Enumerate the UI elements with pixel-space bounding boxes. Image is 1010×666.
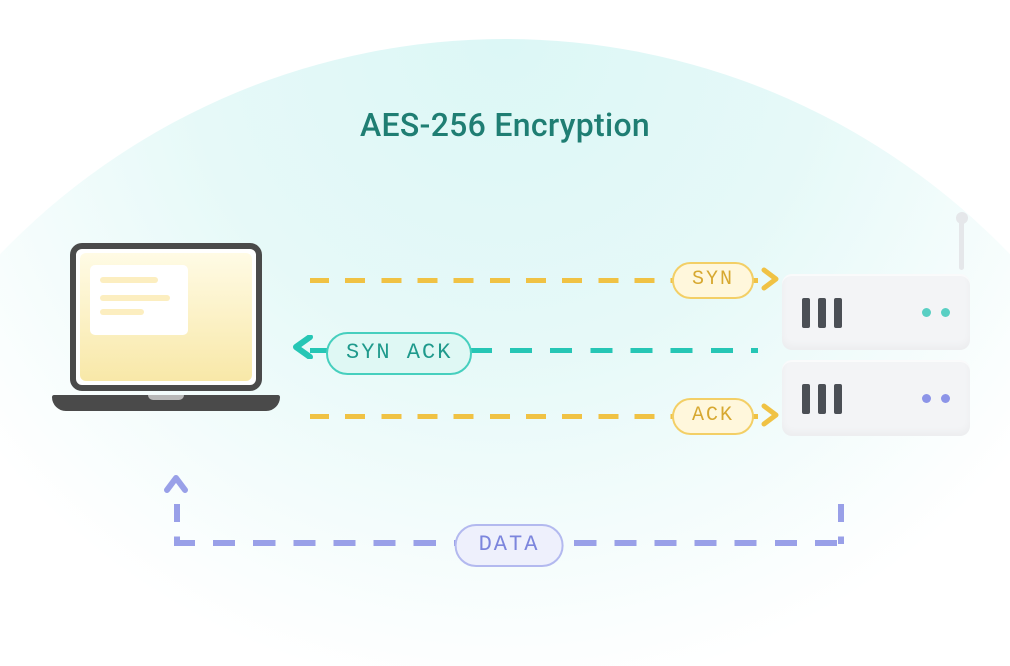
- laptop-icon: [52, 243, 280, 433]
- label-syn: SYN: [672, 262, 754, 299]
- server-icon: [782, 274, 970, 438]
- label-data: DATA: [455, 524, 564, 567]
- arrow-right-icon: [758, 267, 782, 291]
- flow-data: DATA: [174, 494, 844, 584]
- diagram-title: AES-256 Encryption: [0, 106, 1010, 144]
- arrow-left-icon: [292, 335, 316, 359]
- arrow-right-icon: [758, 403, 782, 427]
- diagram-stage: AES-256 Encryption SYN S: [0, 0, 1010, 666]
- dashed-line: [174, 504, 180, 544]
- arrow-up-icon: [164, 472, 188, 496]
- label-synack: SYN ACK: [326, 332, 472, 375]
- label-ack: ACK: [672, 398, 754, 435]
- dashed-line: [838, 504, 844, 544]
